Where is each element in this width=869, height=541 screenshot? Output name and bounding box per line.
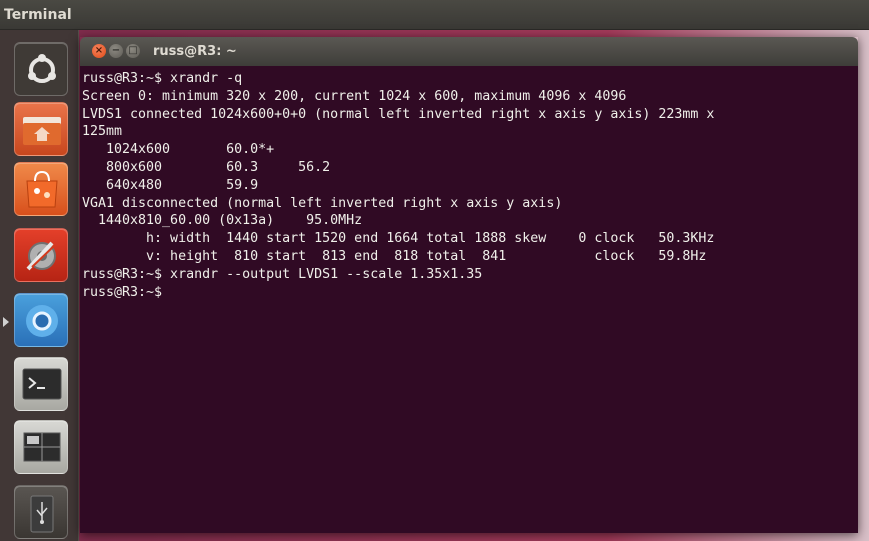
terminal-line: VGA1 disconnected (normal left inverted …	[82, 195, 563, 211]
terminal-window: × − □ russ@R3: ~ russ@R3:~$ xrandr -q Sc…	[80, 37, 858, 533]
terminal-icon	[22, 368, 62, 400]
terminal-prompt-line: russ@R3:~$	[82, 284, 163, 300]
files-button[interactable]	[14, 102, 68, 156]
shopping-bag-icon	[26, 170, 58, 208]
terminal-line: h: width 1440 start 1520 end 1664 total …	[82, 231, 715, 247]
terminal-line: 1024x600 60.0*+	[82, 142, 275, 158]
workspaces-icon	[23, 432, 61, 462]
settings-gear-icon	[26, 241, 56, 271]
terminal-line: 125mm	[82, 124, 123, 140]
chromium-button[interactable]	[14, 293, 68, 347]
terminal-line: russ@R3:~$ xrandr --output LVDS1 --scale…	[82, 266, 483, 282]
close-window-button[interactable]: ×	[92, 44, 106, 58]
dash-home-button[interactable]	[14, 42, 68, 96]
terminal-line: russ@R3:~$ xrandr -q	[82, 71, 243, 86]
terminal-line: 640x480 59.9	[82, 177, 259, 193]
terminal-button[interactable]	[14, 357, 68, 411]
terminal-line: LVDS1 connected 1024x600+0+0 (normal lef…	[82, 106, 715, 122]
window-titlebar[interactable]: × − □ russ@R3: ~	[80, 37, 858, 66]
workspace-switcher-button[interactable]	[14, 420, 68, 474]
window-title: russ@R3: ~	[153, 44, 237, 59]
usb-drive-button[interactable]	[14, 485, 68, 539]
software-center-button[interactable]	[14, 162, 68, 216]
maximize-window-button[interactable]: □	[126, 44, 140, 58]
home-folder-icon	[23, 117, 61, 145]
terminal-output[interactable]: russ@R3:~$ xrandr -q Screen 0: minimum 3…	[80, 66, 858, 533]
ubuntu-logo-icon	[28, 54, 56, 83]
app-title: Terminal	[4, 7, 72, 23]
terminal-line: 800x600 60.3 56.2	[82, 159, 331, 175]
terminal-line: v: height 810 start 813 end 818 total 84…	[82, 248, 707, 264]
minimize-window-button[interactable]: −	[109, 44, 123, 58]
terminal-line: 1440x810_60.00 (0x13a) 95.0MHz	[82, 213, 363, 229]
system-settings-button[interactable]	[14, 228, 68, 282]
launcher	[0, 30, 79, 541]
terminal-line: Screen 0: minimum 320 x 200, current 102…	[82, 88, 627, 104]
usb-icon	[30, 495, 54, 533]
active-indicator-arrow	[3, 317, 9, 327]
chromium-icon	[26, 305, 58, 337]
top-panel: Terminal	[0, 0, 869, 30]
